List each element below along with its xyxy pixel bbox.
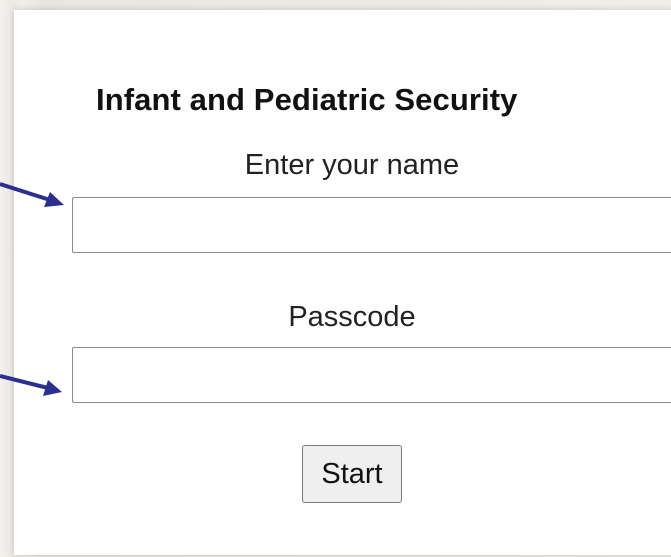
name-label: Enter your name [244, 149, 460, 181]
passcode-input[interactable] [72, 347, 671, 403]
arrow-right-icon [0, 182, 64, 207]
arrow-right-icon [0, 374, 62, 396]
passcode-label: Passcode [288, 301, 416, 333]
form-title: Infant and Pediatric Security [96, 82, 518, 117]
name-input[interactable] [72, 197, 671, 253]
start-button[interactable]: Start [302, 445, 402, 503]
